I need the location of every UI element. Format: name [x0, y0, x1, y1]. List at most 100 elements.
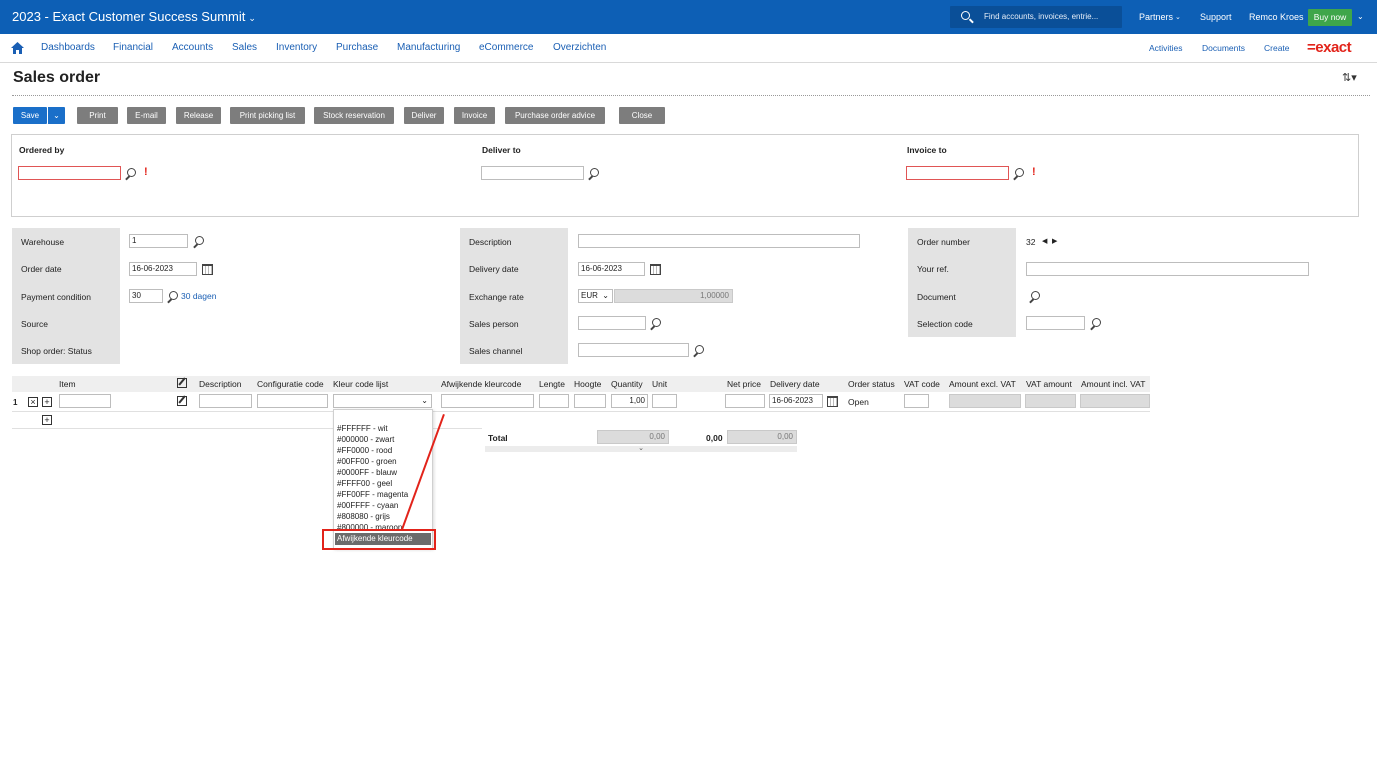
quantity-input[interactable]: 1,00: [611, 394, 648, 408]
custom-color-input[interactable]: [441, 394, 534, 408]
delivery-date-label: Delivery date: [469, 264, 519, 274]
buy-now-button[interactable]: Buy now: [1308, 9, 1352, 26]
config-code-input[interactable]: [257, 394, 328, 408]
documents-link[interactable]: Documents: [1202, 43, 1245, 53]
description-label: Description: [469, 237, 512, 247]
column-settings-icon[interactable]: ⇅▾: [1342, 71, 1357, 84]
collapse-totals-chevron-icon[interactable]: ⌄: [485, 445, 797, 452]
deliver-button[interactable]: Deliver: [404, 107, 444, 124]
delete-row-icon[interactable]: ×: [28, 397, 38, 407]
company-selector[interactable]: 2023 - Exact Customer Success Summit ⌄: [12, 9, 256, 24]
save-button[interactable]: Save: [13, 107, 47, 124]
calendar-icon[interactable]: [202, 264, 213, 275]
next-arrow-icon[interactable]: ▶: [1052, 237, 1057, 245]
row-number: 1: [13, 398, 18, 407]
search-icon[interactable]: [125, 168, 136, 179]
dropdown-option[interactable]: #00FF00 - groen: [337, 457, 397, 466]
chevron-down-icon: ⌄: [248, 13, 256, 23]
stock-reservation-button[interactable]: Stock reservation: [314, 107, 394, 124]
height-input[interactable]: [574, 394, 606, 408]
search-icon[interactable]: [1013, 168, 1024, 179]
chevron-down-icon: ⌄: [1175, 14, 1181, 21]
selection-code-input[interactable]: [1026, 316, 1085, 330]
net-price-input[interactable]: [725, 394, 765, 408]
search-icon[interactable]: [1029, 291, 1040, 302]
length-input[interactable]: [539, 394, 569, 408]
menu-inventory[interactable]: Inventory: [276, 42, 317, 53]
support-link[interactable]: Support: [1200, 12, 1232, 22]
dropdown-option[interactable]: #FF0000 - rood: [337, 446, 392, 455]
unit-input[interactable]: [652, 394, 677, 408]
search-icon[interactable]: [693, 345, 704, 356]
payment-condition-input[interactable]: 30: [129, 289, 163, 303]
payment-condition-link[interactable]: 30 dagen: [181, 291, 216, 301]
col-quantity: Quantity: [611, 379, 643, 389]
search-icon[interactable]: [193, 236, 204, 247]
calendar-icon[interactable]: [650, 264, 661, 275]
create-link[interactable]: Create: [1264, 43, 1290, 53]
invoice-to-input[interactable]: [906, 166, 1009, 180]
menu-dashboards[interactable]: Dashboards: [41, 42, 95, 53]
delivery-date-input[interactable]: 16-06-2023: [578, 262, 645, 276]
menu-ecommerce[interactable]: eCommerce: [479, 42, 533, 53]
warehouse-input[interactable]: 1: [129, 234, 188, 248]
previous-arrow-icon[interactable]: ◀: [1042, 237, 1047, 245]
invoice-button[interactable]: Invoice: [454, 107, 495, 124]
menu-financial[interactable]: Financial: [113, 42, 153, 53]
deliver-to-input[interactable]: [481, 166, 584, 180]
partners-menu[interactable]: Partners: [1139, 12, 1173, 22]
dropdown-option[interactable]: #000000 - zwart: [337, 435, 394, 444]
sales-person-label: Sales person: [469, 319, 519, 329]
menu-purchase[interactable]: Purchase: [336, 42, 378, 53]
edit-icon[interactable]: [177, 396, 187, 406]
sales-person-input[interactable]: [578, 316, 646, 330]
shop-order-status-label: Shop order: Status: [21, 346, 92, 356]
color-list-select[interactable]: ⌄: [333, 394, 432, 408]
activities-link[interactable]: Activities: [1149, 43, 1183, 53]
search-icon[interactable]: [167, 291, 178, 302]
source-label: Source: [21, 319, 48, 329]
dropdown-option[interactable]: #FFFFFF - wit: [337, 424, 388, 433]
user-menu[interactable]: Remco Kroes: [1249, 12, 1304, 22]
add-row-icon[interactable]: +: [42, 397, 52, 407]
home-icon[interactable]: [11, 42, 24, 54]
purchase-order-advice-button[interactable]: Purchase order advice: [505, 107, 605, 124]
search-icon[interactable]: [650, 318, 661, 329]
edit-icon[interactable]: [177, 378, 187, 388]
description-cell-input[interactable]: [199, 394, 252, 408]
menu-manufacturing[interactable]: Manufacturing: [397, 42, 460, 53]
vat-code-input[interactable]: [904, 394, 929, 408]
item-input[interactable]: [59, 394, 111, 408]
release-button[interactable]: Release: [176, 107, 221, 124]
ordered-by-input[interactable]: [18, 166, 121, 180]
your-ref-input[interactable]: [1026, 262, 1309, 276]
dropdown-option[interactable]: #00FFFF - cyaan: [337, 501, 398, 510]
dropdown-option[interactable]: #FF00FF - magenta: [337, 490, 408, 499]
save-options-chevron-icon[interactable]: ⌄: [47, 107, 65, 124]
sales-channel-input[interactable]: [578, 343, 689, 357]
menu-accounts[interactable]: Accounts: [172, 42, 213, 53]
amount-excl-field: [949, 394, 1021, 408]
col-custom-color: Afwijkende kleurcode: [441, 379, 522, 389]
dropdown-option[interactable]: #FFFF00 - geel: [337, 479, 392, 488]
add-line-icon[interactable]: +: [42, 415, 52, 425]
calendar-icon[interactable]: [827, 396, 838, 407]
print-button[interactable]: Print: [77, 107, 118, 124]
search-icon[interactable]: [1090, 318, 1101, 329]
col-vat-amount: VAT amount: [1026, 379, 1072, 389]
highlight-annotation: [322, 529, 436, 550]
chevron-down-icon[interactable]: ⌄: [1357, 12, 1364, 21]
description-input[interactable]: [578, 234, 860, 248]
search-icon[interactable]: [588, 168, 599, 179]
dropdown-option[interactable]: #0000FF - blauw: [337, 468, 397, 477]
print-picking-list-button[interactable]: Print picking list: [230, 107, 305, 124]
global-search-input[interactable]: Find accounts, invoices, entrie...: [950, 6, 1122, 28]
order-date-input[interactable]: 16-06-2023: [129, 262, 197, 276]
close-button[interactable]: Close: [619, 107, 665, 124]
dropdown-option[interactable]: #808080 - grijs: [337, 512, 390, 521]
menu-sales[interactable]: Sales: [232, 42, 257, 53]
email-button[interactable]: E-mail: [127, 107, 166, 124]
delivery-date-cell-input[interactable]: 16-06-2023: [769, 394, 823, 408]
currency-select[interactable]: EUR ⌄: [578, 289, 613, 303]
menu-overzichten[interactable]: Overzichten: [553, 42, 606, 53]
